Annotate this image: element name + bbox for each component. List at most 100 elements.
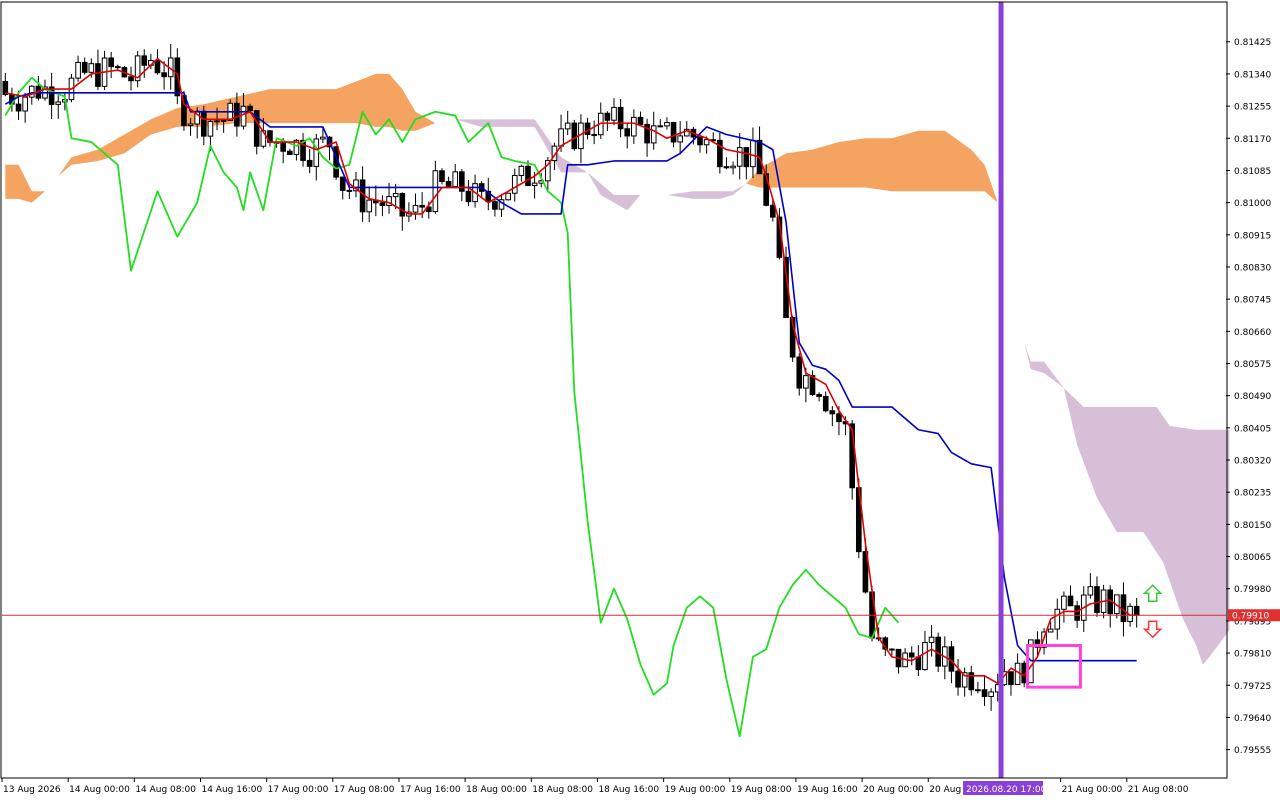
candle-body (743, 147, 750, 168)
candle-body (955, 670, 961, 688)
candle-body (736, 147, 743, 167)
candle (505, 192, 511, 201)
y-tick-label: 0.79980 (1234, 585, 1271, 595)
candle-body (313, 138, 320, 167)
candle-body (465, 190, 472, 203)
y-tick-label: 0.80660 (1234, 328, 1271, 338)
candle-body (141, 55, 148, 66)
candle-body (803, 375, 809, 389)
y-tick-label: 0.81000 (1234, 199, 1271, 209)
candle-body (339, 176, 346, 191)
candle-body (95, 63, 101, 87)
candle-body (220, 119, 227, 122)
candle-body (445, 180, 452, 188)
candle-body (1087, 586, 1094, 596)
candle-body (564, 122, 571, 130)
candle-body (670, 122, 677, 143)
candle-body (379, 202, 386, 206)
x-tick-label: 19 Aug 08:00 (731, 785, 792, 795)
candle-body (611, 106, 617, 121)
candle (571, 119, 578, 151)
candle-body (214, 120, 220, 123)
candle-body (624, 128, 631, 137)
x-tick-label: 17 Aug 08:00 (334, 785, 395, 795)
candle-body (511, 174, 518, 194)
y-tick-label: 0.81085 (1234, 167, 1271, 177)
candle-body (604, 112, 611, 121)
candle-body (412, 204, 419, 213)
candle-body (55, 101, 62, 105)
candle-body (1074, 605, 1080, 621)
candle-body (975, 689, 981, 692)
current-time-label: 2026.08.20 17:00 (966, 785, 1047, 795)
x-tick-label: 21 Aug 08:00 (1128, 785, 1189, 795)
candle-body (22, 96, 28, 112)
candle-body (558, 128, 564, 147)
candle-body (492, 201, 498, 210)
candle-body (306, 159, 313, 167)
candle-body (286, 150, 293, 155)
y-tick-label: 0.80490 (1234, 392, 1271, 402)
candle-body (439, 170, 445, 182)
candle-body (650, 125, 657, 144)
x-tick-label: 14 Aug 08:00 (135, 785, 196, 795)
candle-body (366, 199, 373, 213)
candle-body (631, 116, 637, 137)
x-tick-label: 18 Aug 16:00 (598, 785, 659, 795)
current-price-label: 0.79910 (1232, 612, 1269, 622)
candle-body (637, 116, 644, 125)
candle-body (531, 182, 538, 187)
candle-body (81, 61, 88, 73)
candle-body (922, 641, 928, 671)
x-tick-label: 17 Aug 16:00 (400, 785, 461, 795)
candle-body (584, 122, 591, 136)
candle-body (247, 105, 253, 112)
candle-body (88, 63, 95, 73)
x-tick-label: 14 Aug 00:00 (69, 785, 130, 795)
candle-body (108, 57, 114, 68)
candle-body (200, 110, 207, 137)
candle-body (822, 395, 829, 412)
candle-body (419, 204, 425, 208)
y-tick-label: 0.81255 (1234, 103, 1271, 113)
candle-body (908, 652, 915, 658)
candle-body (1094, 586, 1100, 613)
candle-body (836, 413, 842, 423)
candle-body (981, 689, 988, 697)
x-tick-label: 17 Aug 00:00 (268, 785, 329, 795)
candle-body (161, 72, 167, 78)
y-tick-label: 0.80150 (1234, 521, 1271, 531)
candle-body (796, 356, 803, 389)
candle-body (664, 122, 670, 127)
candle-body (399, 193, 406, 217)
candle-body (750, 139, 756, 168)
candle-body (128, 76, 134, 82)
candle-body (234, 102, 240, 127)
candle-body (915, 656, 922, 671)
candle-body (452, 171, 459, 188)
candle-body (988, 691, 994, 697)
candle-body (525, 165, 531, 187)
candle-body (1133, 605, 1140, 616)
x-tick-label: 19 Aug 00:00 (665, 785, 726, 795)
candle-body (207, 120, 214, 137)
candle-body (571, 122, 578, 150)
candle-body (816, 394, 822, 397)
candle-body (114, 66, 121, 69)
x-tick-label: 18 Aug 00:00 (466, 785, 527, 795)
y-tick-label: 0.79555 (1234, 746, 1271, 756)
y-tick-label: 0.80575 (1234, 360, 1271, 370)
candle-body (505, 192, 511, 201)
candle-body (346, 189, 353, 192)
candle-body (15, 103, 22, 112)
y-tick-label: 0.80830 (1234, 263, 1271, 273)
candle-body (617, 106, 624, 130)
candle-body (1014, 662, 1021, 685)
candle-body (730, 165, 736, 169)
x-tick-label: 20 Aug 00:00 (863, 785, 924, 795)
x-tick-label: 18 Aug 08:00 (532, 785, 593, 795)
candle-body (1067, 595, 1074, 607)
candle-body (703, 139, 710, 146)
candle-body (677, 135, 683, 143)
y-tick-label: 0.81170 (1234, 135, 1271, 145)
